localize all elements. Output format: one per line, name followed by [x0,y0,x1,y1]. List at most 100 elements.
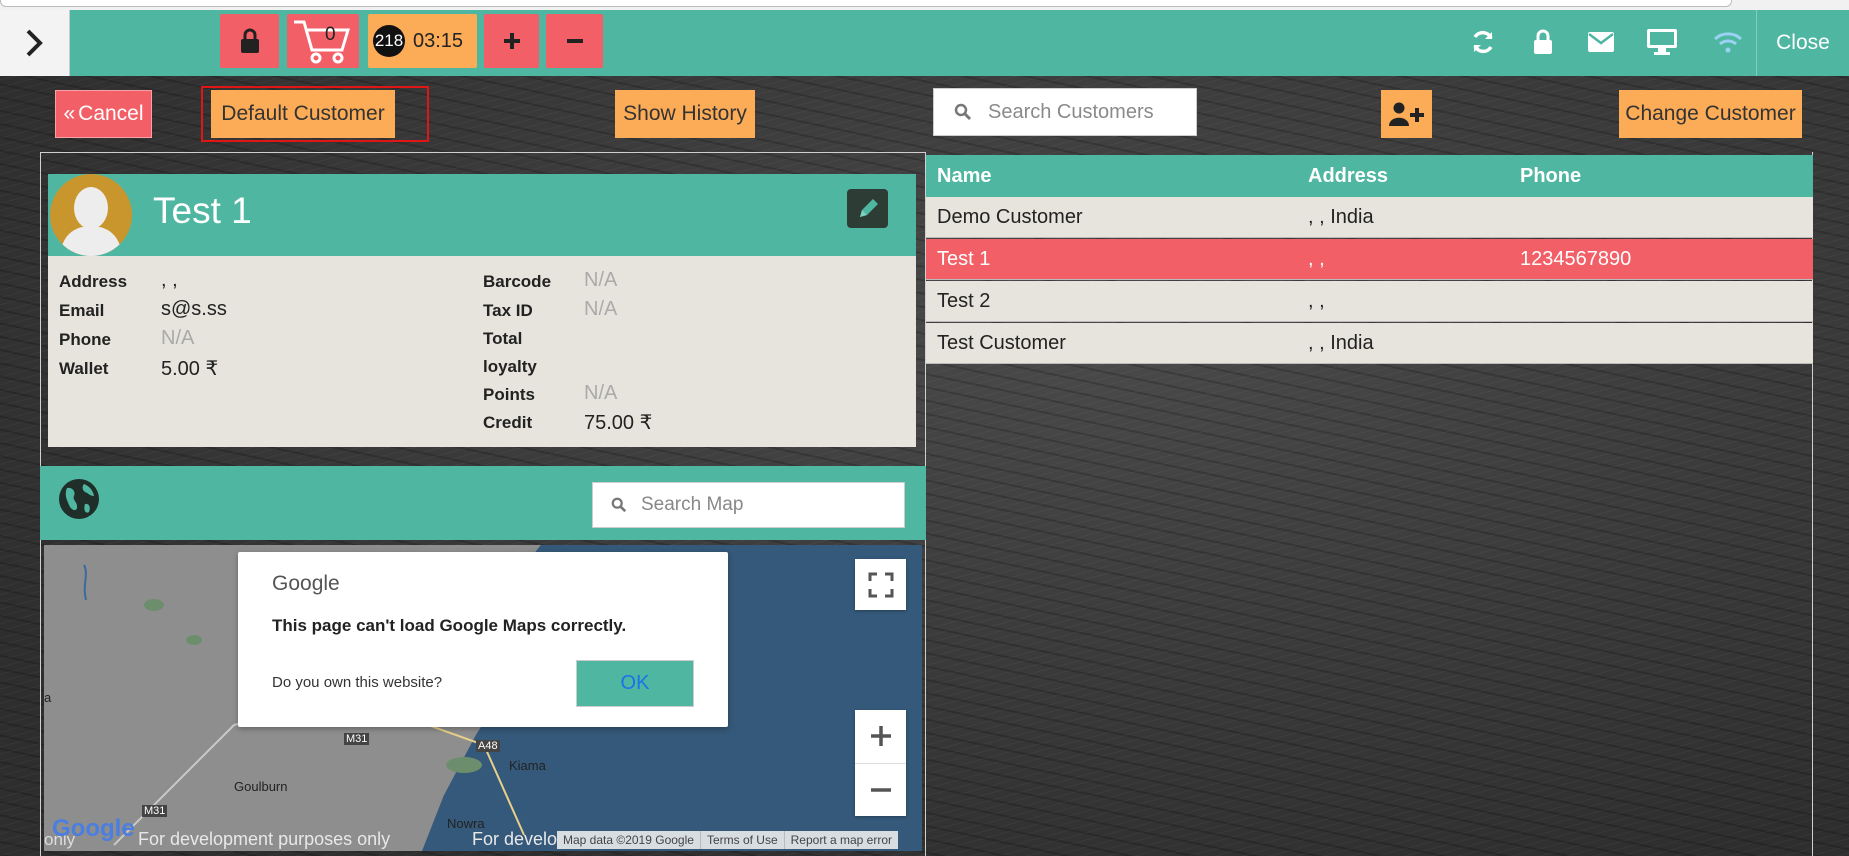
map-watermark: For development purposes only [138,829,391,849]
sync-button[interactable] [1463,22,1503,62]
pencil-icon [859,198,878,217]
terms-of-use-link[interactable]: Terms of Use [699,831,784,849]
monitor-icon [1647,29,1677,55]
change-customer-button[interactable]: Change Customer [1619,90,1802,138]
credit-label: Credit [483,413,533,432]
display-button[interactable] [1642,22,1682,62]
remove-button[interactable] [546,14,603,68]
row-name: Test 1 [937,248,991,270]
column-phone-header: Phone [1520,165,1582,187]
table-row[interactable]: Test Customer , , India [926,323,1813,364]
table-row[interactable]: Demo Customer , , India [926,197,1813,238]
dialog-brand: Google [272,572,340,595]
add-customer-button[interactable] [1381,90,1432,138]
browser-url-bar [0,0,1732,7]
fullscreen-icon [868,572,893,597]
map-footer: Map data ©2019 Google Terms of Use Repor… [557,831,898,849]
user-silhouette-icon [60,187,122,256]
email-label: Email [59,301,105,320]
lock-icon [1534,29,1552,54]
phone-label: Phone [59,330,111,349]
credit-value: 75.00 ₹ [584,412,653,434]
column-name-header: Name [937,165,992,187]
sidebar-toggle-button[interactable] [0,10,70,76]
plus-icon [870,726,891,747]
barcode-label: Barcode [483,272,552,291]
search-customers-input[interactable]: Search Customers [933,88,1197,136]
order-badge: 218 [373,25,405,57]
fullscreen-button[interactable] [855,559,906,610]
add-button[interactable] [484,14,539,68]
row-address: , , [1308,248,1325,270]
lock-button[interactable] [220,14,279,68]
close-button[interactable]: Close [1756,10,1849,76]
map-label-goulburn: Goulburn [234,779,288,794]
dialog-ok-button[interactable]: OK [576,660,694,707]
map-label-a48: A48 [476,740,500,752]
address-value: , , [161,269,178,291]
default-customer-button[interactable]: Default Customer [211,90,395,138]
double-chevron-left-icon: « [63,102,76,125]
show-history-button[interactable]: Show History [615,90,755,138]
plus-icon [503,33,520,49]
dialog-title: This page can't load Google Maps correct… [272,616,627,635]
points-label: Points [483,385,535,404]
edit-customer-button[interactable] [847,189,888,228]
zoom-control [855,710,906,816]
email-value: s@s.ss [161,298,227,320]
google-logo: Google [52,815,135,842]
tax-id-value: N/A [584,298,618,320]
profile-details [48,256,916,447]
map-label-edge: a [44,690,52,705]
messages-button[interactable] [1581,22,1621,62]
row-phone: 1234567890 [1520,248,1632,270]
search-customers-placeholder: Search Customers [988,100,1154,123]
address-label: Address [59,272,128,291]
cart-button[interactable]: 0 [287,14,359,68]
browser-strip [0,0,1849,10]
avatar [50,174,132,256]
loyalty-label: loyalty [483,357,537,376]
map-label-m31-south: M31 [142,805,168,817]
barcode-value: N/A [584,269,618,291]
cancel-label: Cancel [78,102,144,125]
map-label-m31: M31 [344,733,370,745]
phone-value: N/A [161,327,195,349]
add-user-icon [1388,102,1424,126]
refresh-icon [1473,30,1493,54]
map-label-kiama: Kiama [509,758,546,773]
customer-table-header: Name Address Phone [926,155,1813,197]
row-address: , , India [1308,332,1374,354]
total-label: Total [483,329,523,348]
wallet-value: 5.00 ₹ [161,358,219,380]
timer-button[interactable]: 218 03:15 [368,14,477,68]
zoom-out-button[interactable] [855,764,906,817]
customer-name: Test 1 [153,190,252,231]
cart-count: 0 [325,24,336,45]
timer-text: 03:15 [413,29,464,52]
envelope-icon [1588,32,1614,52]
wifi-status [1708,22,1748,62]
row-name: Test Customer [937,332,1066,354]
map-data-credit: Map data ©2019 Google [563,833,694,847]
dialog-question: Do you own this website? [272,674,443,691]
cancel-button[interactable]: «Cancel [55,90,152,138]
search-map-input[interactable]: Search Map [592,482,905,528]
row-name: Demo Customer [937,206,1083,228]
wifi-icon [1713,32,1743,53]
search-map-placeholder: Search Map [641,494,744,515]
wallet-label: Wallet [59,359,109,378]
chevron-right-icon [26,29,43,57]
table-row[interactable]: Test 2 , , [926,281,1813,322]
zoom-in-button[interactable] [855,710,906,764]
globe-icon [58,478,100,520]
points-value: N/A [584,382,618,404]
table-row-selected[interactable]: Test 1 , , 1234567890 [926,239,1813,280]
map-watermark-2: For develo [472,829,558,849]
row-address: , , India [1308,206,1374,228]
minus-icon [566,39,583,43]
report-map-error-link[interactable]: Report a map error [783,831,898,849]
column-address-header: Address [1308,165,1389,187]
search-icon [954,103,972,121]
screen-lock-button[interactable] [1523,22,1563,62]
